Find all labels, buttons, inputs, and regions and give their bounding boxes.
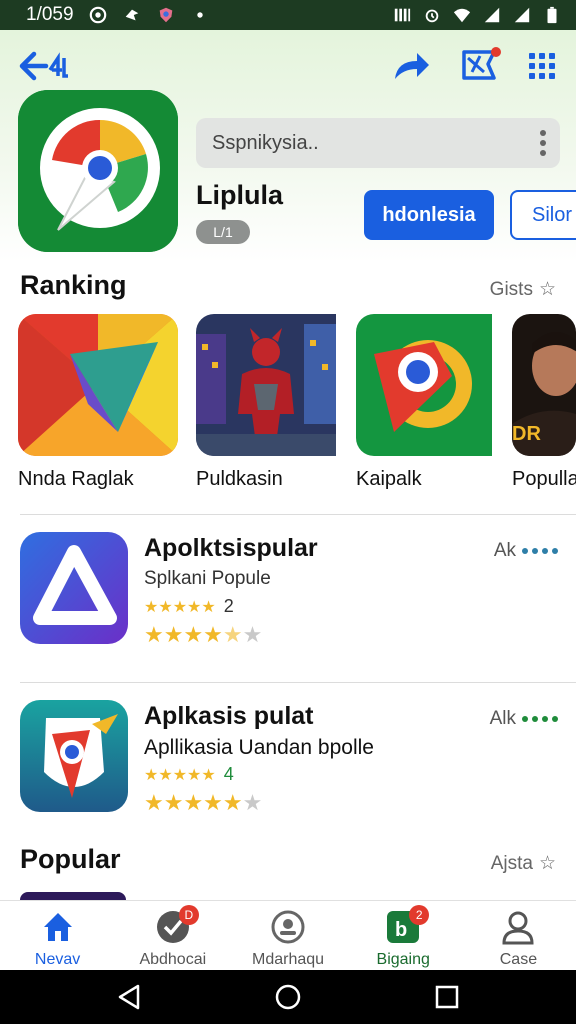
ranking-card[interactable]: Puldkasin	[196, 314, 356, 491]
app-header: Sspnikysia.. Liplula L/1 hdonlesia Silor	[0, 30, 576, 262]
more-vertical-icon[interactable]	[540, 130, 546, 156]
secondary-button[interactable]: Silor	[510, 190, 576, 240]
ranking-card-label: Puldkasin	[196, 468, 283, 490]
popular-link[interactable]: Ajsta ☆	[491, 852, 556, 875]
nav-item-label: Bigaing	[376, 951, 430, 968]
popular-app-icon-partial	[20, 892, 126, 900]
popular-title: Popular	[20, 844, 121, 874]
nav-item-updates[interactable]: D Abdhocai	[115, 901, 230, 970]
notification-badge: 2	[409, 905, 430, 925]
bottom-navigation: Nevav D Abdhocai Mdarhaqu b 2 Bigaing Ca…	[0, 900, 576, 970]
search-placeholder: Sspnikysia..	[212, 131, 319, 154]
star-rating: ★★★★★★	[144, 622, 263, 647]
back-triangle-icon[interactable]	[114, 982, 144, 1012]
status-time: 1/059	[26, 4, 74, 25]
back-arrow-icon	[19, 51, 68, 81]
star-outline-icon: ☆	[538, 279, 556, 300]
top-toolbar	[0, 44, 576, 88]
list-item-title: Aplkasis pulat	[144, 702, 314, 730]
nav-item-books[interactable]: b 2 Bigaing	[346, 901, 461, 970]
svg-text:DR: DR	[512, 423, 541, 445]
list-app-icon	[20, 700, 128, 812]
nav-item-profile[interactable]: Case	[461, 901, 576, 970]
rating-count: 2	[223, 596, 234, 616]
ranking-card-label: Kaipalk	[356, 468, 422, 490]
ranking-card-label: Populla	[512, 468, 576, 490]
dot-icon	[196, 12, 203, 18]
list-item-subtitle: Splkani Popule	[144, 568, 271, 589]
flag-icon	[462, 47, 501, 80]
small-rating: ★★★★★ 2	[144, 596, 234, 617]
home-circle-icon[interactable]	[273, 982, 303, 1012]
nav-item-label: Abdhocai	[139, 951, 207, 968]
status-bar: 1/059	[0, 0, 576, 30]
app-title: Liplula	[196, 180, 283, 210]
star-rating: ★★★★★★	[144, 790, 263, 815]
nav-item-label: Nevav	[34, 951, 81, 968]
list-item-action-label: Ak	[493, 540, 516, 561]
star-outline-icon: ☆	[538, 853, 556, 874]
nav-item-label: Case	[499, 951, 538, 968]
install-button[interactable]: hdonlesia	[364, 190, 494, 240]
app-badge: L/1	[196, 220, 250, 244]
list-item-action[interactable]: Ak	[494, 540, 558, 562]
list-item[interactable]: Aplkasis pulat Apllikasia Uandan bpolle …	[0, 700, 576, 820]
shield-icon	[159, 7, 172, 23]
ranking-app-image	[356, 314, 516, 456]
alarm-icon	[425, 9, 439, 23]
list-item-action[interactable]: Alk	[490, 708, 558, 730]
list-item-action-label: Alk	[489, 708, 516, 729]
ranking-title: Ranking	[20, 270, 127, 300]
divider	[20, 682, 576, 683]
star-row-small: ★★★★★	[144, 766, 216, 784]
more-dots-icon	[522, 548, 558, 554]
signal-icon	[484, 7, 500, 23]
list-item-subtitle: Apllikasia Uandan bpolle	[144, 736, 374, 759]
ranking-link-label: Gists	[489, 278, 533, 300]
popular-link-label: Ajsta	[490, 852, 533, 874]
ranking-app-image	[18, 314, 178, 456]
star-row-small: ★★★★★	[144, 598, 216, 616]
search-bar[interactable]: Sspnikysia..	[196, 118, 560, 168]
home-icon	[43, 913, 72, 941]
person-icon	[502, 911, 534, 945]
signal-icon-2	[514, 7, 530, 23]
nav-item-games[interactable]: Mdarhaqu	[230, 901, 345, 970]
nav-item-home[interactable]: Nevav	[0, 901, 115, 970]
list-item[interactable]: Apolktsispular Splkani Popule ★★★★★ 2 ★★…	[0, 532, 576, 652]
share-icon	[395, 53, 429, 79]
ranking-card[interactable]: Kaipalk	[356, 314, 516, 491]
divider	[20, 514, 576, 515]
more-dots-icon	[522, 716, 558, 722]
flag-button[interactable]	[456, 44, 504, 88]
app-icon[interactable]	[18, 90, 178, 252]
ranking-card-label: Nnda Raglak	[18, 468, 134, 490]
circle-c-icon	[89, 6, 106, 24]
rating-count: 4	[223, 764, 234, 784]
ranking-app-image: DR	[512, 314, 576, 456]
recents-square-icon[interactable]	[432, 982, 462, 1012]
ranking-card[interactable]: DR Populla	[512, 314, 576, 491]
browser-logo-icon	[18, 90, 178, 252]
nav-item-label: Mdarhaqu	[251, 951, 325, 968]
grid-icon	[529, 53, 555, 79]
vibrate-icon	[394, 8, 411, 22]
system-navigation-bar	[0, 970, 576, 1024]
wifi-icon	[453, 8, 471, 23]
svg-text:b: b	[395, 919, 407, 941]
list-item-title: Apolktsispular	[144, 534, 318, 562]
ranking-link[interactable]: Gists ☆	[490, 278, 556, 301]
small-rating: ★★★★★ 4	[144, 764, 234, 785]
ranking-card[interactable]: Nnda Raglak	[18, 314, 178, 491]
share-button[interactable]	[388, 44, 434, 88]
ranking-app-image	[196, 314, 356, 456]
grid-menu-button[interactable]	[520, 44, 564, 88]
back-button[interactable]	[14, 44, 76, 88]
list-app-icon	[20, 532, 128, 644]
bird-icon	[125, 9, 138, 21]
coin-icon	[271, 910, 305, 944]
notification-badge: D	[178, 905, 199, 925]
battery-icon	[547, 6, 557, 24]
